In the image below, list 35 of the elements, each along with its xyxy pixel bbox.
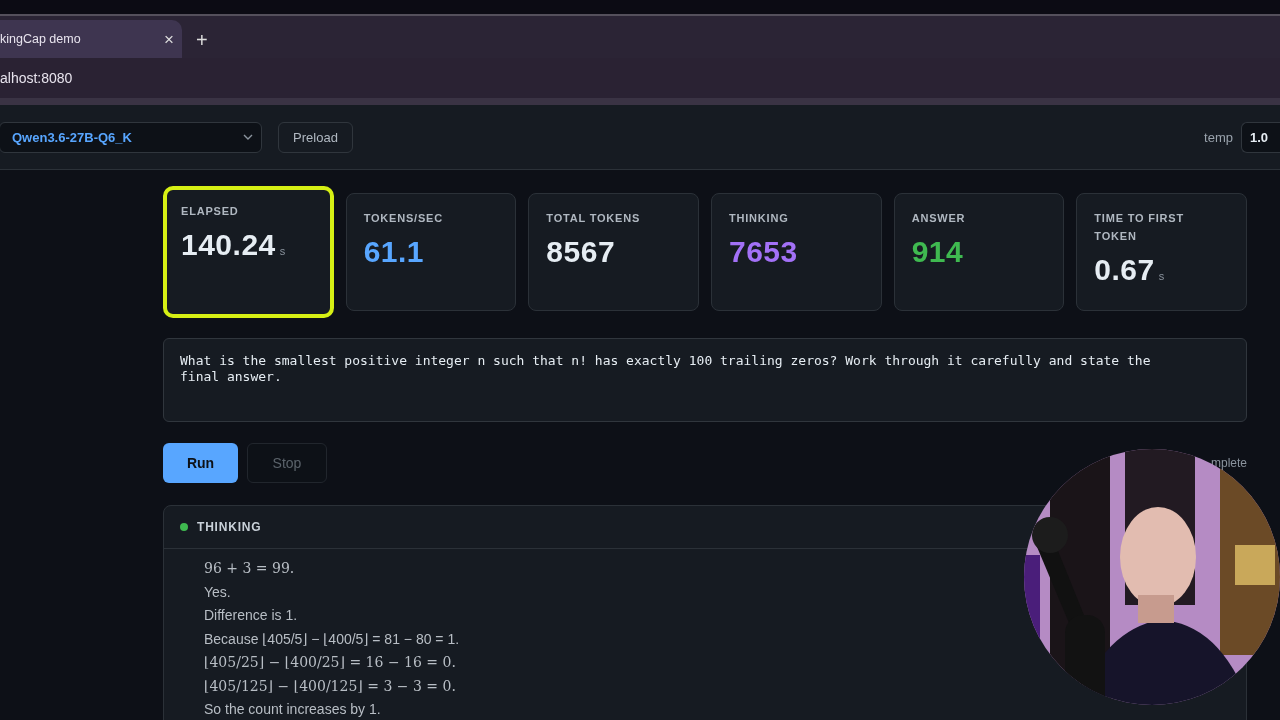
prompt-textarea[interactable]: What is the smallest positive integer n such that n! has exactly 100 trailing zeros? Work through it carefully and state the final answer.: [163, 338, 1247, 422]
temp-field[interactable]: 1.0: [1241, 121, 1280, 153]
stat-value: 7653: [729, 235, 798, 269]
stat-value: 0.67: [1094, 253, 1155, 287]
stat-label: ELAPSED: [181, 204, 240, 219]
stat-value: 8567: [546, 235, 616, 269]
thinking-line: 96 + 3 = 99.: [204, 559, 296, 578]
thinking-line: Yes.: [204, 582, 232, 602]
stat-label: THINKING: [729, 211, 790, 226]
stat-value: 914: [911, 235, 964, 269]
stat-label: TOTAL TOKENS: [546, 211, 642, 226]
status-text: mplete: [1210, 456, 1247, 470]
thinking-line: So the count increases by 1.: [204, 700, 382, 719]
browser-tab[interactable]: kingCap demo ×: [0, 20, 182, 58]
run-button[interactable]: Run: [163, 443, 238, 483]
model-select[interactable]: Qwen3.6-27B-Q6_K: [0, 121, 262, 153]
thinking-line: Difference is 1.: [204, 606, 299, 625]
stat-unit: s: [279, 245, 286, 257]
stat-unit: s: [1158, 270, 1165, 282]
panel-title: THINKING: [197, 520, 262, 534]
stat-label: ANSWER: [911, 211, 967, 226]
thinking-line: Because ⌊405/5⌋ − ⌊400/5⌋ = 81 − 80 = 1.: [204, 629, 461, 649]
tab-title: kingCap demo: [0, 32, 81, 46]
new-tab-button[interactable]: +: [196, 30, 208, 50]
thinking-line: ⌊405/125⌋ − ⌊400/125⌋ = 3 − 3 = 0.: [204, 676, 457, 696]
temp-label: temp: [1204, 129, 1233, 145]
stat-label: TOKENS/SEC: [363, 211, 444, 226]
stat-label: TIME TO FIRST TOKEN: [1094, 211, 1185, 244]
stat-value: 140.24: [181, 228, 276, 262]
address-bar[interactable]: alhost:8080: [0, 58, 1280, 105]
close-icon[interactable]: ×: [164, 30, 174, 48]
chevron-icon: [243, 134, 253, 140]
thinking-line: ⌊405/25⌋ − ⌊400/25⌋ = 16 − 16 = 0.: [204, 653, 457, 672]
stat-value: 61.1: [363, 235, 425, 269]
preload-button[interactable]: Preload: [278, 121, 353, 153]
